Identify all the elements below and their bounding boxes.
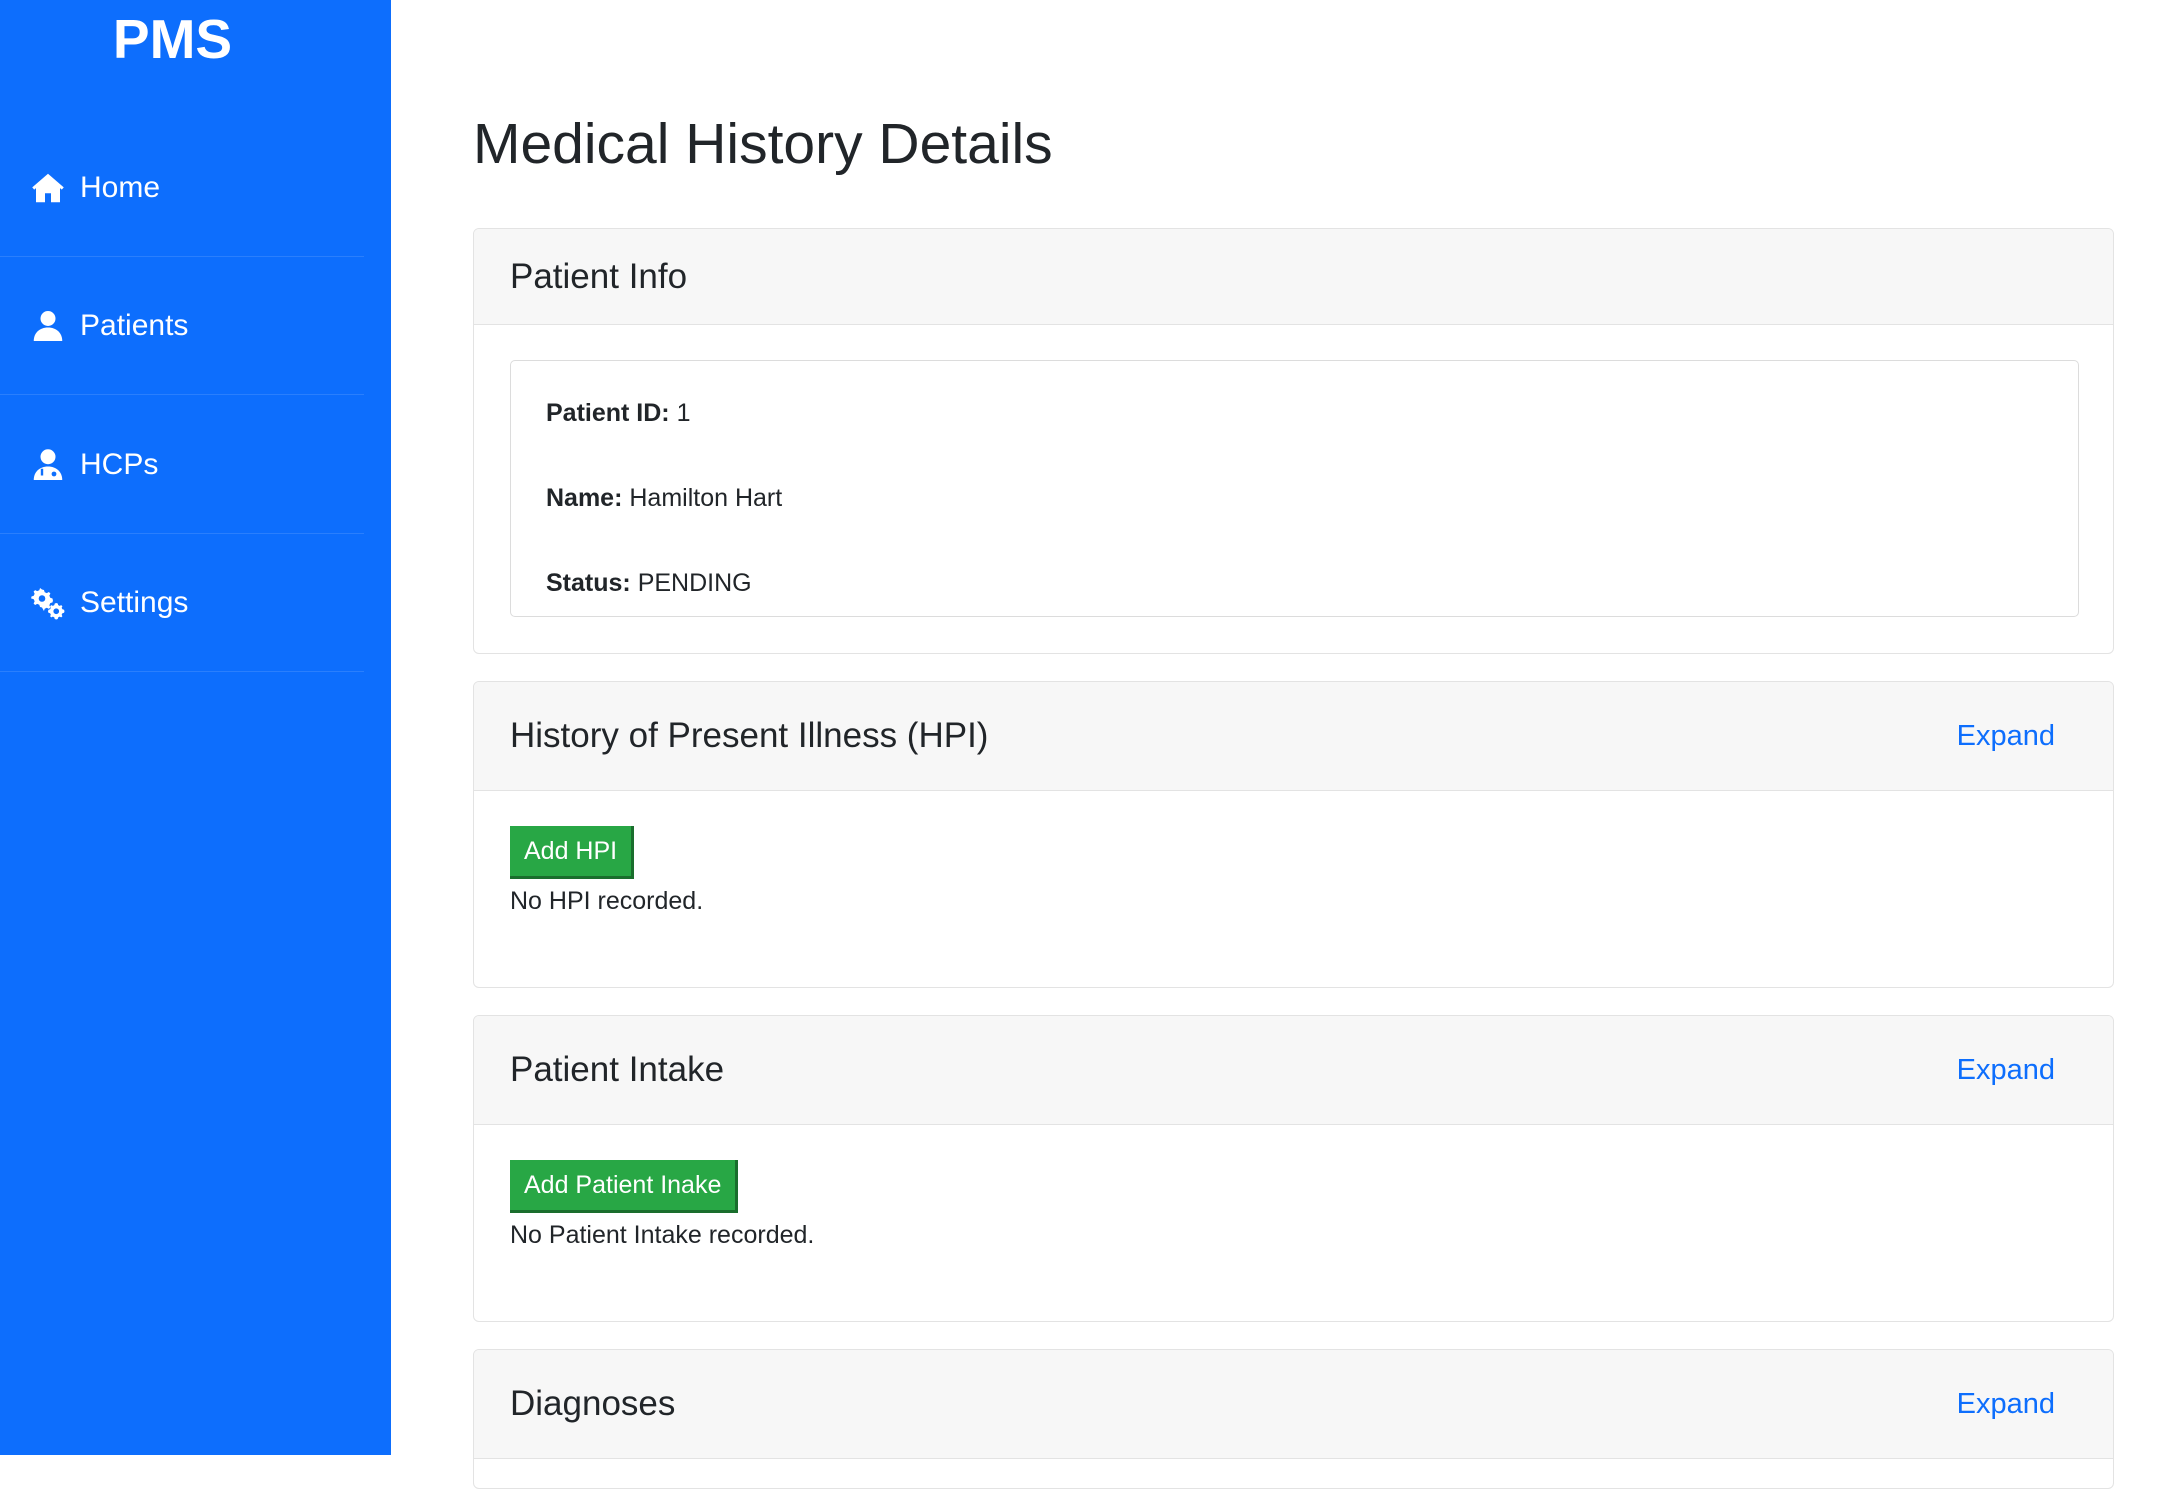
- sidebar-item-hcps[interactable]: HCPs: [0, 396, 364, 534]
- patient-name-label: Name:: [546, 484, 623, 512]
- patient-id-value: 1: [676, 399, 691, 427]
- hpi-expand-link[interactable]: Expand: [1957, 720, 2055, 753]
- card-title: Patient Intake: [510, 1050, 725, 1089]
- hpi-card: History of Present Illness (HPI) Expand …: [473, 681, 2114, 988]
- add-patient-intake-button[interactable]: Add Patient Inake: [510, 1160, 739, 1213]
- patient-info-card: Patient Info Patient ID: 1 Name: Hamilto…: [473, 228, 2114, 654]
- patient-status-value: PENDING: [637, 569, 752, 597]
- sidebar-item-label: Settings: [80, 585, 189, 619]
- intake-empty-text: No Patient Intake recorded.: [510, 1221, 815, 1249]
- patient-id-label: Patient ID:: [546, 399, 670, 427]
- diagnoses-header: Diagnoses Expand: [474, 1350, 2113, 1459]
- patient-info-header: Patient Info: [474, 229, 2113, 325]
- patient-id-row: Patient ID: 1: [546, 399, 690, 428]
- card-title: History of Present Illness (HPI): [510, 716, 989, 755]
- patient-status-row: Status: PENDING: [546, 569, 752, 598]
- patient-name-row: Name: Hamilton Hart: [546, 484, 782, 513]
- intake-expand-link[interactable]: Expand: [1957, 1054, 2055, 1087]
- patient-name-value: Hamilton Hart: [629, 484, 783, 512]
- sidebar-item-patients[interactable]: Patients: [0, 257, 364, 395]
- sidebar: PMS Home Patients HCPs Settings: [0, 0, 391, 1455]
- sidebar-item-home[interactable]: Home: [0, 119, 364, 257]
- patient-info-box: Patient ID: 1 Name: Hamilton Hart Status…: [510, 360, 2079, 617]
- card-title: Patient Info: [510, 256, 688, 296]
- page-title: Medical History Details: [473, 112, 1053, 176]
- diagnoses-card: Diagnoses Expand: [473, 1349, 2114, 1489]
- brand-logo[interactable]: PMS: [0, 4, 345, 74]
- patient-status-label: Status:: [546, 569, 631, 597]
- sidebar-item-label: HCPs: [80, 447, 159, 481]
- diagnoses-expand-link[interactable]: Expand: [1957, 1388, 2055, 1421]
- gears-icon: [31, 587, 65, 619]
- user-icon: [33, 310, 63, 341]
- hpi-empty-text: No HPI recorded.: [510, 887, 704, 915]
- card-title: Diagnoses: [510, 1384, 676, 1423]
- hpi-header: History of Present Illness (HPI) Expand: [474, 682, 2113, 791]
- add-hpi-button[interactable]: Add HPI: [510, 826, 635, 879]
- patient-intake-header: Patient Intake Expand: [474, 1016, 2113, 1125]
- home-icon: [32, 173, 64, 202]
- patient-intake-card: Patient Intake Expand Add Patient Inake …: [473, 1015, 2114, 1322]
- sidebar-item-label: Home: [80, 170, 161, 204]
- sidebar-item-label: Patients: [80, 308, 189, 342]
- doctor-icon: [33, 448, 63, 480]
- sidebar-item-settings[interactable]: Settings: [0, 534, 364, 672]
